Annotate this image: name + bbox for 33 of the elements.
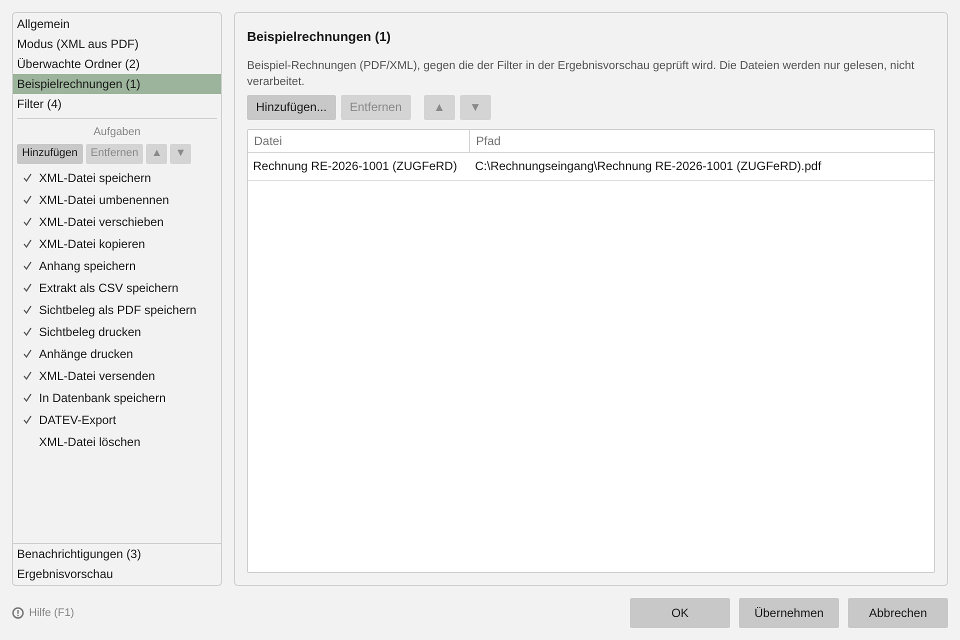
task-item[interactable]: XML-Datei umbenennen — [39, 190, 170, 208]
table-cell-text: Rechnung RE-2026-1001 (ZUGFeRD) — [252, 158, 458, 175]
task-item[interactable]: Anhänge drucken — [39, 344, 134, 362]
task-item[interactable]: Sichtbeleg als PDF speichern — [39, 300, 196, 318]
panel-title: Beispielrechnungen (1) — [247, 28, 392, 46]
dialog-button[interactable]: Übernehmen — [739, 598, 839, 628]
table-cell-text: C:\Rechnungseingang\Rechnung RE-2026-1001 (ZUGFeRD).pdf — [474, 158, 822, 175]
task-item[interactable]: In Datenbank speichern — [39, 388, 166, 406]
toolbar-button[interactable]: Hinzufügen... — [247, 94, 336, 120]
task-item[interactable]: XML-Datei löschen — [39, 432, 140, 450]
nav-item[interactable]: Allgemein — [13, 14, 221, 34]
nav-item[interactable]: Ergebnisvorschau — [13, 564, 221, 584]
dialog-button[interactable]: OK — [630, 598, 730, 628]
nav-item[interactable]: Modus (XML aus PDF) — [13, 34, 221, 54]
task-item[interactable]: Extrakt als CSV speichern — [39, 278, 178, 296]
column-header[interactable]: Datei — [248, 130, 470, 152]
section-heading: Aufgaben — [92, 125, 142, 140]
task-item[interactable]: XML-Datei speichern — [39, 168, 152, 186]
task-item[interactable]: XML-Datei kopieren — [39, 234, 146, 252]
task-item[interactable]: DATEV-Export — [39, 410, 116, 428]
column-header[interactable]: Pfad — [470, 130, 934, 152]
panel-description: Beispiel-Rechnungen (PDF/XML), gegen die der Filter in der Ergebnisvorschau geprüft wird. Die Dateien werden nur gelesen, nicht verarbeitet. — [247, 58, 916, 90]
task-item[interactable]: XML-Datei versenden — [39, 366, 156, 384]
nav-item[interactable]: Überwachte Ordner (2) — [13, 54, 221, 74]
task-item[interactable]: XML-Datei verschieben — [39, 212, 164, 230]
nav-item[interactable]: Beispielrechnungen (1) — [13, 74, 221, 94]
task-item[interactable]: Sichtbeleg drucken — [39, 322, 142, 340]
nav-item[interactable]: Filter (4) — [13, 94, 221, 114]
dialog-button[interactable]: Abbrechen — [848, 598, 948, 628]
task-item[interactable]: Anhang speichern — [39, 256, 136, 274]
toolbar-button[interactable]: Hinzufügen — [17, 144, 83, 164]
nav-item[interactable]: Benachrichtigungen (3) — [13, 544, 221, 564]
help-icon — [12, 607, 24, 619]
